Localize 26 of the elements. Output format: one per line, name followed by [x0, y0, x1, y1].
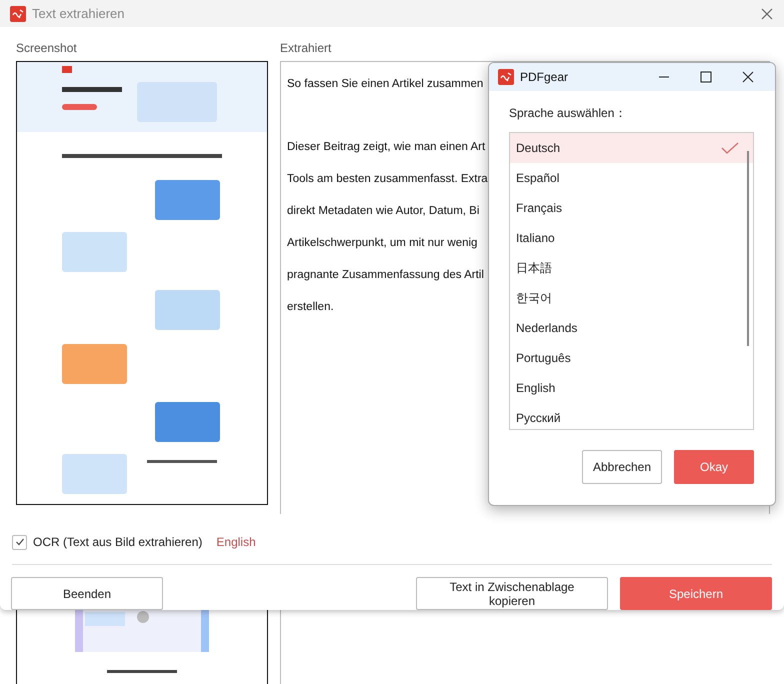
- ocr-label: OCR (Text aus Bild extrahieren): [33, 535, 202, 550]
- panel-label: Screenshot: [16, 41, 78, 58]
- quit-button[interactable]: Beenden: [11, 577, 163, 610]
- language-item[interactable]: Deutsch: [510, 133, 753, 163]
- text-line: So fassen Sie einen Artikel zusammen: [287, 78, 484, 90]
- maximize-icon[interactable]: [700, 71, 712, 83]
- text-line: direkt Metadaten wie Autor, Datum, Bi: [287, 205, 480, 218]
- text-line: pragnante Zusammenfassung des Artil: [287, 269, 484, 282]
- ocr-language-link[interactable]: English: [216, 535, 256, 550]
- close-icon[interactable]: [742, 71, 754, 83]
- copy-button[interactable]: Text in Zwischenablage kopieren: [416, 577, 608, 610]
- panel-label: Extrahiert: [280, 41, 332, 58]
- dialog-prompt: Sprache auswählen：: [509, 105, 628, 121]
- app-logo-icon: [498, 69, 514, 85]
- dialog-title: PDFgear: [520, 70, 568, 84]
- ocr-checkbox[interactable]: [12, 534, 27, 550]
- cancel-button[interactable]: Abbrechen: [582, 450, 662, 484]
- close-button[interactable]: [760, 6, 774, 21]
- text-line: Dieser Beitrag zeigt, wie man einen Art: [287, 141, 486, 154]
- check-icon: [14, 537, 24, 548]
- app-logo-icon: [10, 6, 26, 22]
- text-line: Tools am besten zusammenfasst. Extra: [287, 173, 488, 186]
- window-title: Text extrahieren: [32, 6, 124, 22]
- text-line: erstellen.: [287, 301, 334, 314]
- check-icon: [721, 142, 739, 154]
- text-line: Artikelschwerpunkt, um mit nur wenig: [287, 237, 478, 250]
